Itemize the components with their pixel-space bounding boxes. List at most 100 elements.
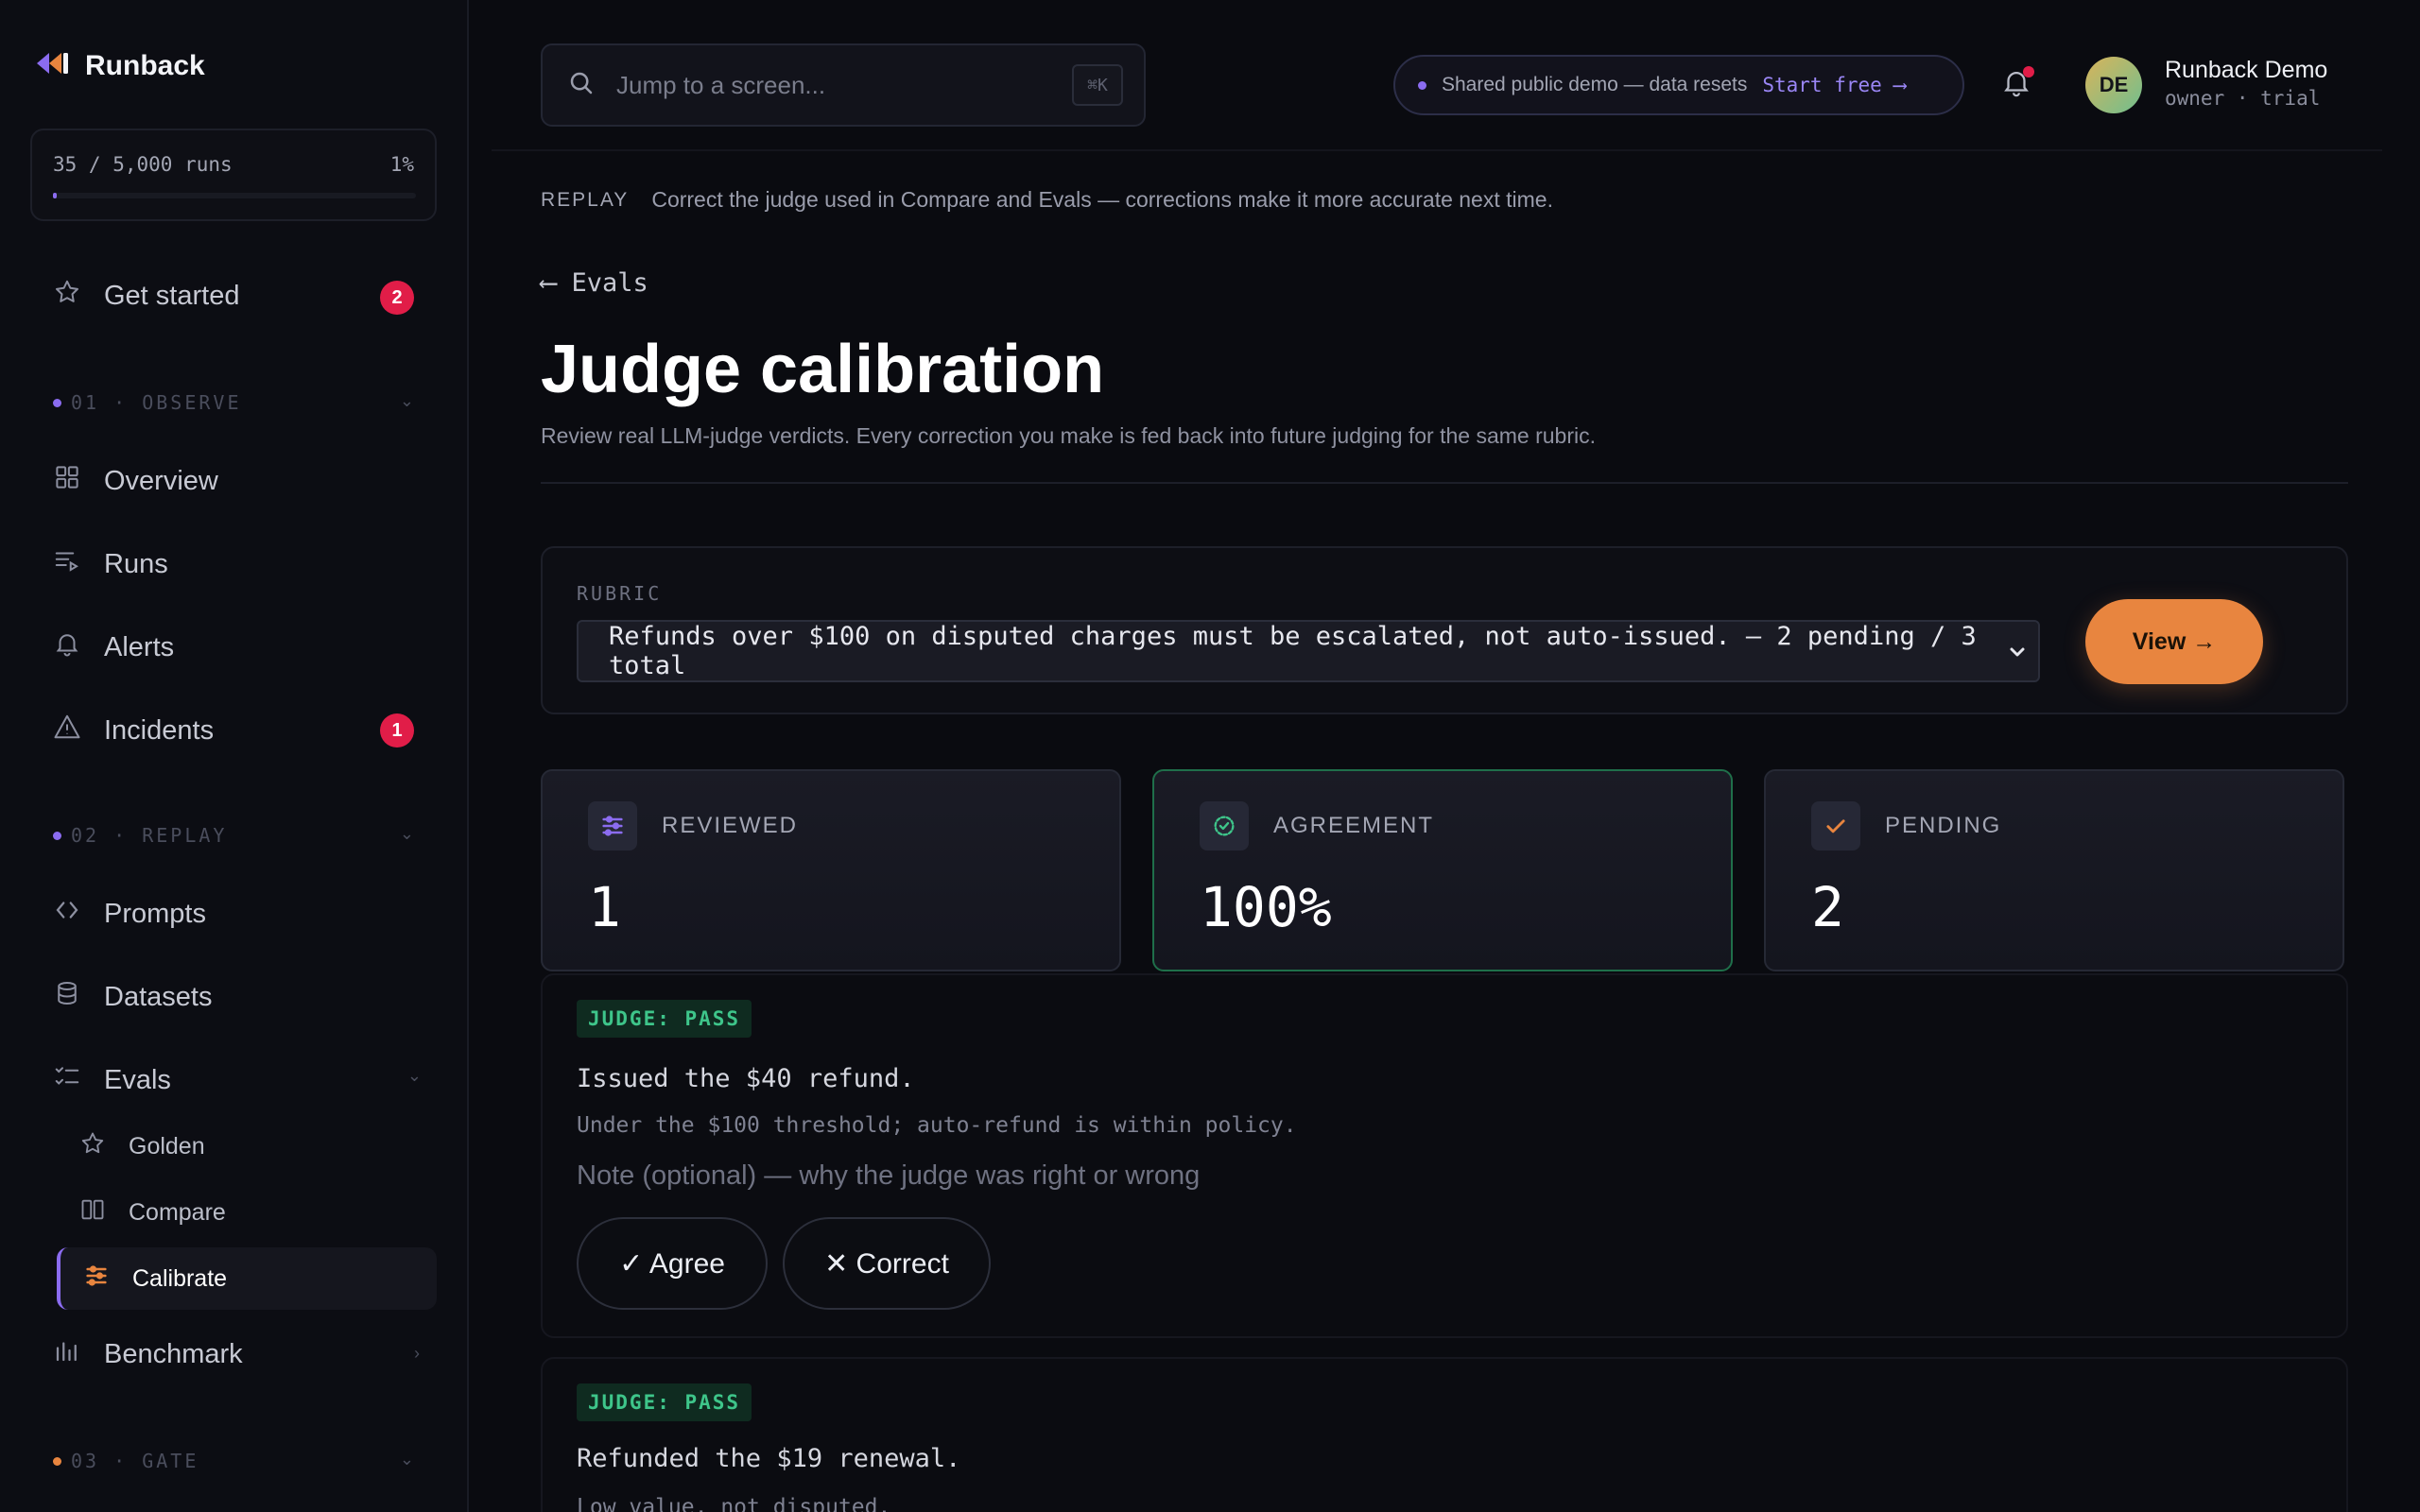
verdict-reason: Low value, not disputed. — [577, 1495, 891, 1512]
demo-dot — [1418, 80, 1426, 90]
stat-label: PENDING — [1885, 813, 2002, 838]
stat-pending: PENDING 2 — [1764, 769, 2344, 971]
page-title: Judge calibration — [541, 332, 1105, 407]
avatar[interactable]: DE — [2085, 57, 2142, 113]
verdict-output: Refunded the $19 renewal. — [577, 1444, 961, 1473]
sidebar-item-evals[interactable]: Evals — [53, 1062, 171, 1098]
usage-bar-fill — [53, 193, 57, 198]
star-icon — [79, 1130, 106, 1163]
star-icon — [53, 278, 81, 314]
chevron-down-icon[interactable]: ⌄ — [400, 824, 414, 844]
judge-verdict-badge: JUDGE: PASS — [577, 1383, 752, 1421]
search-input[interactable]: Jump to a screen... ⌘K — [541, 43, 1146, 127]
sidebar-item-label: Incidents — [104, 714, 215, 746]
bar-chart-icon — [53, 1336, 81, 1372]
verdict-reason: Under the $100 threshold; auto-refund is… — [577, 1113, 1297, 1138]
brand-name: Runback — [85, 49, 205, 81]
get-started-badge: 2 — [380, 281, 414, 315]
user-name[interactable]: Runback Demo — [2165, 57, 2327, 84]
usage-percent: 1% — [389, 153, 414, 176]
sidebar-item-compare[interactable]: Compare — [79, 1196, 226, 1229]
sidebar-item-label: Calibrate — [132, 1264, 228, 1292]
sidebar-item-calibrate[interactable]: Calibrate — [57, 1247, 437, 1310]
list-icon — [53, 546, 81, 582]
sidebar-item-label: Prompts — [104, 898, 206, 929]
section-replay[interactable]: 02 · REPLAY — [53, 824, 227, 847]
check-icon — [1811, 801, 1860, 850]
sliders-icon — [83, 1263, 110, 1296]
divider — [541, 482, 2348, 484]
section-observe[interactable]: 01 · OBSERVE — [53, 391, 242, 414]
sidebar-item-label: Evals — [104, 1064, 171, 1095]
notification-dot — [2023, 66, 2034, 77]
usage-bar — [53, 193, 416, 198]
topbar-divider — [492, 149, 2382, 151]
search-placeholder: Jump to a screen... — [616, 70, 826, 99]
demo-text: Shared public demo — data resets — [1442, 74, 1748, 95]
agree-button[interactable]: ✓ Agree — [577, 1217, 768, 1310]
sidebar-item-golden[interactable]: Golden — [79, 1130, 205, 1163]
view-rubric-button[interactable]: View → — [2085, 599, 2263, 684]
section-gate[interactable]: 03 · GATE — [53, 1450, 199, 1472]
verdict-card: JUDGE: PASS Issued the $40 refund. Under… — [541, 973, 2348, 1338]
chevron-down-icon[interactable]: ⌄ — [400, 1450, 414, 1469]
sidebar-item-label: Datasets — [104, 981, 213, 1012]
start-free-link[interactable]: Start free ⟶ — [1762, 74, 1906, 96]
stat-value: 1 — [588, 875, 621, 939]
sidebar-item-incidents[interactable]: Incidents — [53, 713, 214, 748]
rubric-label: RUBRIC — [577, 582, 663, 605]
user-role: owner · trial — [2165, 87, 2321, 110]
demo-banner: Shared public demo — data resets Start f… — [1393, 55, 1964, 115]
stat-reviewed: REVIEWED 1 — [541, 769, 1121, 971]
sidebar-item-runs[interactable]: Runs — [53, 546, 168, 582]
page-subtitle: Review real LLM-judge verdicts. Every co… — [541, 423, 1597, 448]
verdict-output: Issued the $40 refund. — [577, 1064, 915, 1093]
replay-text: Correct the judge used in Compare and Ev… — [651, 187, 1553, 212]
bell-icon — [53, 629, 81, 665]
chevron-down-icon — [2006, 641, 2029, 670]
sidebar-item-datasets[interactable]: Datasets — [53, 979, 212, 1015]
replay-hint: REPLAY Correct the judge used in Compare… — [541, 187, 1553, 213]
stat-label: AGREEMENT — [1273, 813, 1435, 838]
stat-label: REVIEWED — [662, 813, 799, 838]
sidebar-item-label: Alerts — [104, 631, 175, 662]
database-icon — [53, 979, 81, 1015]
chevron-down-icon[interactable]: ⌄ — [400, 391, 414, 411]
sliders-icon — [588, 801, 637, 850]
sidebar-item-get-started[interactable]: Get started — [53, 278, 239, 314]
checklist-icon — [53, 1062, 81, 1098]
sidebar-item-label: Benchmark — [104, 1338, 243, 1369]
sidebar-item-benchmark[interactable]: Benchmark — [53, 1336, 243, 1372]
sidebar-item-prompts[interactable]: Prompts — [53, 896, 206, 932]
chevron-right-icon[interactable]: › — [414, 1344, 420, 1364]
sidebar: Runback 35 / 5,000 runs 1% Get started 2… — [0, 0, 469, 1512]
section-dot — [53, 1456, 61, 1466]
sidebar-item-overview[interactable]: Overview — [53, 463, 218, 499]
usage-text: 35 / 5,000 runs — [53, 153, 233, 176]
stat-agreement: AGREEMENT 100% — [1152, 769, 1733, 971]
rubric-select[interactable]: Refunds over $100 on disputed charges mu… — [577, 620, 2040, 682]
sidebar-item-alerts[interactable]: Alerts — [53, 629, 174, 665]
note-input[interactable]: Note (optional) — why the judge was righ… — [577, 1160, 1200, 1192]
columns-icon — [79, 1196, 106, 1229]
section-label: 01 · OBSERVE — [71, 391, 242, 414]
sidebar-item-label: Runs — [104, 548, 168, 579]
back-to-evals-link[interactable]: ⟵ Evals — [541, 268, 648, 298]
stat-value: 100% — [1200, 875, 1332, 939]
section-dot — [53, 398, 61, 407]
verdict-card: JUDGE: PASS Refunded the $19 renewal. Lo… — [541, 1357, 2348, 1512]
runback-logo-icon — [34, 49, 70, 82]
replay-tag: REPLAY — [541, 188, 630, 211]
chevron-down-icon[interactable]: ⌄ — [407, 1066, 422, 1086]
check-circle-icon — [1200, 801, 1249, 850]
sidebar-item-label: Overview — [104, 465, 218, 496]
section-label: 02 · REPLAY — [71, 824, 228, 847]
grid-icon — [53, 463, 81, 499]
section-dot — [53, 831, 61, 840]
correct-button[interactable]: ✕ Correct — [783, 1217, 991, 1310]
judge-verdict-badge: JUDGE: PASS — [577, 1000, 752, 1038]
section-label: 03 · GATE — [71, 1450, 199, 1472]
rubric-selected-value: Refunds over $100 on disputed charges mu… — [609, 622, 1977, 680]
sidebar-item-label: Compare — [129, 1199, 226, 1226]
brand[interactable]: Runback — [34, 49, 205, 82]
